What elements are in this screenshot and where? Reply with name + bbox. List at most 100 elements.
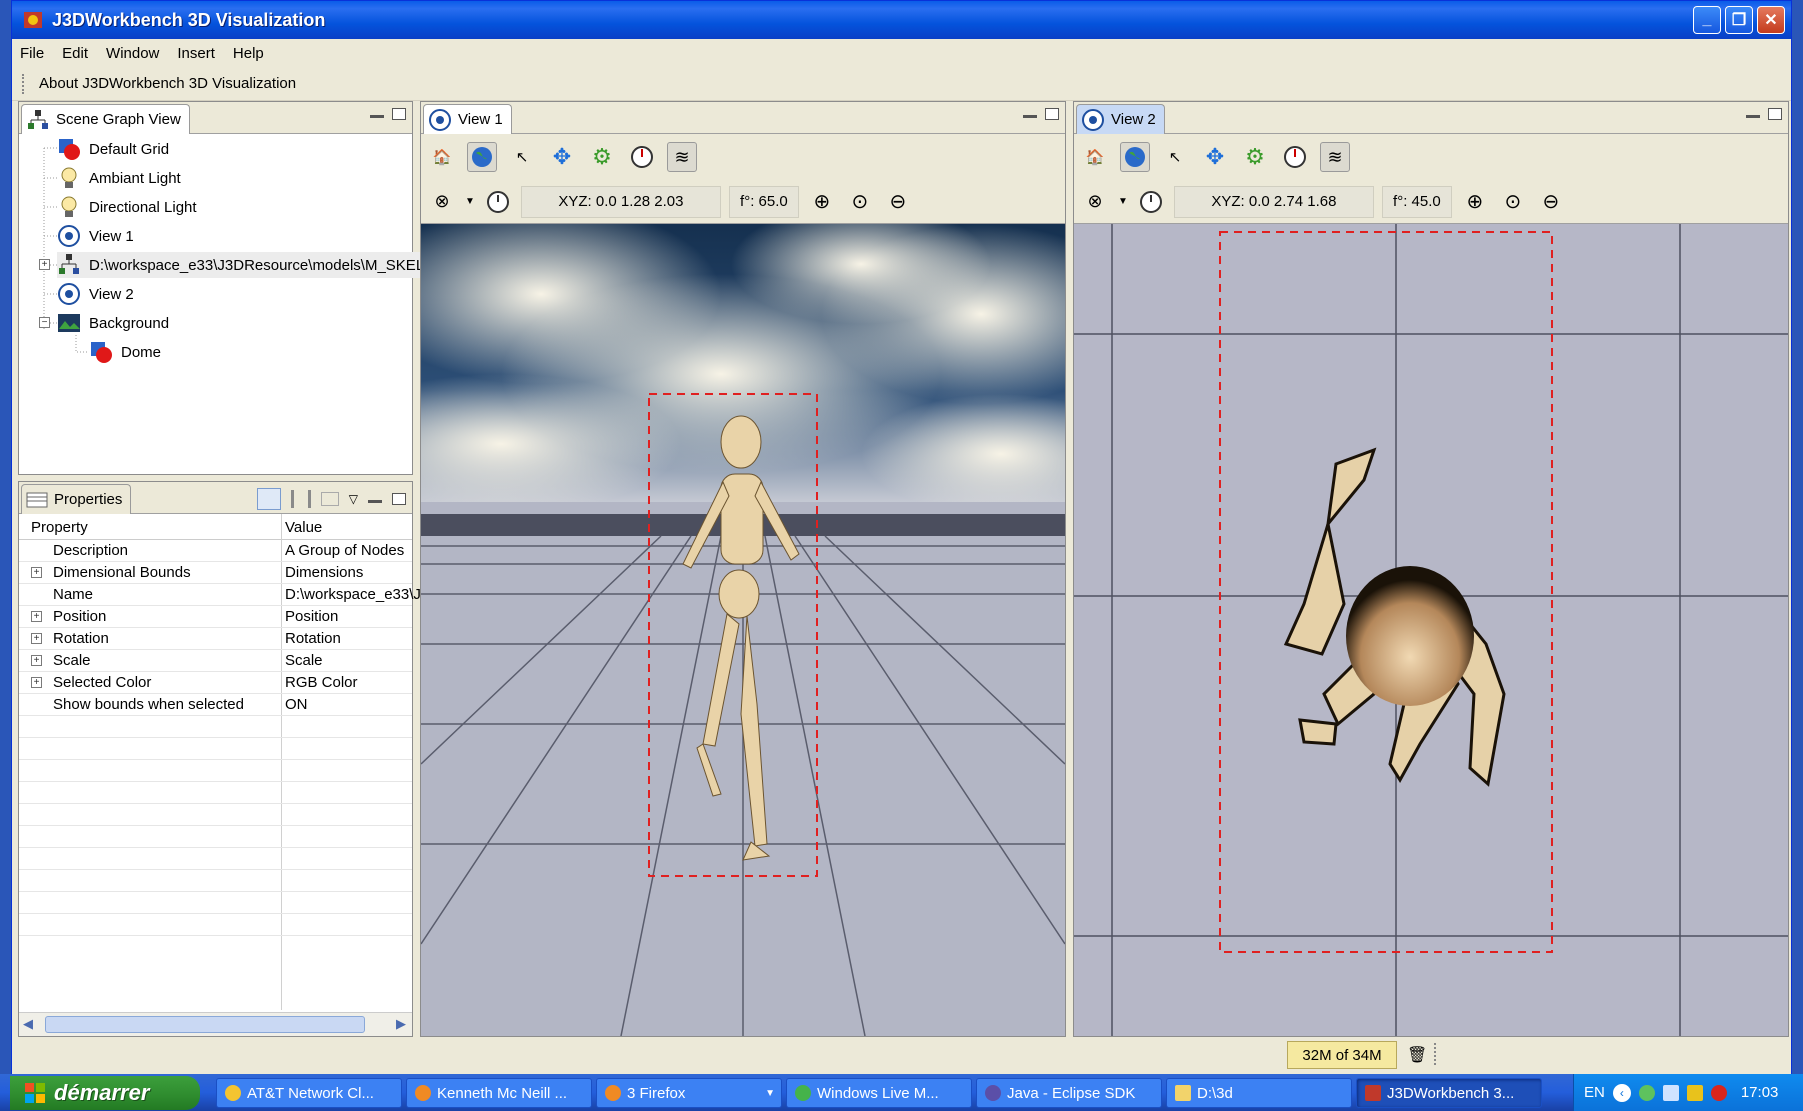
- home-icon[interactable]: 🏠: [427, 142, 457, 172]
- tab-view-2[interactable]: View 2: [1076, 104, 1165, 134]
- status-grip[interactable]: [1434, 1043, 1437, 1065]
- zoom-in-icon[interactable]: ⊕: [1460, 187, 1490, 217]
- move-icon[interactable]: ✥: [547, 142, 577, 172]
- tree-node-view-1[interactable]: View 1: [57, 223, 134, 249]
- taskbar-item-folder[interactable]: D:\3d: [1166, 1078, 1352, 1108]
- language-indicator[interactable]: EN: [1584, 1084, 1605, 1101]
- messenger-tray-icon[interactable]: [1638, 1084, 1655, 1101]
- taskbar-item-kenneth[interactable]: Kenneth Mc Neill ...: [406, 1078, 592, 1108]
- binoculars-icon[interactable]: ⊗: [427, 187, 457, 217]
- globe-icon[interactable]: [467, 142, 497, 172]
- taskbar-item-j3dworkbench[interactable]: J3DWorkbench 3...: [1356, 1078, 1542, 1108]
- column-header-value[interactable]: Value: [285, 519, 322, 536]
- tree-node-ambient-light[interactable]: Ambiant Light: [57, 165, 181, 191]
- tab-properties[interactable]: Properties: [21, 484, 132, 514]
- expand-toggle[interactable]: +: [31, 567, 42, 578]
- expand-toggle[interactable]: +: [31, 655, 42, 666]
- view-1-canvas[interactable]: [421, 224, 1065, 1036]
- zoom-out-icon[interactable]: ⊖: [1536, 187, 1566, 217]
- property-row[interactable]: + Dimensional Bounds Dimensions: [19, 562, 412, 584]
- globe-icon[interactable]: [1120, 142, 1150, 172]
- tab-view-1[interactable]: View 1: [423, 104, 512, 134]
- minimize-button[interactable]: _: [1693, 6, 1721, 34]
- property-row[interactable]: Description A Group of Nodes: [19, 540, 412, 562]
- view-2-canvas[interactable]: [1074, 224, 1788, 1036]
- home-icon[interactable]: 🏠: [1080, 142, 1110, 172]
- expand-toggle[interactable]: +: [31, 633, 42, 644]
- gear-icon[interactable]: ⚙: [1240, 142, 1270, 172]
- maximize-icon[interactable]: [392, 108, 406, 120]
- binoculars-icon[interactable]: ⊗: [1080, 187, 1110, 217]
- minimize-icon[interactable]: [370, 114, 384, 118]
- title-bar[interactable]: J3DWorkbench 3D Visualization _ ❐ ✕: [12, 1, 1791, 39]
- trash-icon[interactable]: 🗑: [1407, 1045, 1427, 1065]
- layers-icon[interactable]: ≋: [667, 142, 697, 172]
- restore-button[interactable]: ❐: [1725, 6, 1753, 34]
- taskbar-item-att[interactable]: AT&T Network Cl...: [216, 1078, 402, 1108]
- move-icon[interactable]: ✥: [1200, 142, 1230, 172]
- menu-insert[interactable]: Insert: [177, 45, 215, 62]
- expand-toggle[interactable]: +: [31, 611, 42, 622]
- close-button[interactable]: ✕: [1757, 6, 1785, 34]
- menu-file[interactable]: File: [20, 45, 44, 62]
- scroll-thumb[interactable]: [45, 1016, 365, 1033]
- property-row[interactable]: + Selected Color RGB Color: [19, 672, 412, 694]
- network-tray-icon[interactable]: [1662, 1084, 1679, 1101]
- scroll-right-icon[interactable]: ▶: [396, 1016, 406, 1032]
- minimize-icon[interactable]: [368, 499, 382, 503]
- taskbar-item-windows-live[interactable]: Windows Live M...: [786, 1078, 972, 1108]
- view-menu-icon[interactable]: ▽: [349, 492, 358, 506]
- taskbar-item-firefox[interactable]: 3 Firefox ▼: [596, 1078, 782, 1108]
- clock-icon[interactable]: [1136, 187, 1166, 217]
- start-button[interactable]: démarrer: [10, 1076, 200, 1110]
- tab-scene-graph[interactable]: Scene Graph View: [21, 104, 190, 134]
- scroll-left-icon[interactable]: ◀: [23, 1016, 33, 1032]
- antivirus-tray-icon[interactable]: [1710, 1084, 1727, 1101]
- column-header-property[interactable]: Property: [31, 519, 88, 536]
- taskbar-item-eclipse[interactable]: Java - Eclipse SDK: [976, 1078, 1162, 1108]
- toolbar-grip[interactable]: [22, 73, 25, 94]
- tree-node-model[interactable]: D:\workspace_e33\J3DResource\models\M_SK…: [57, 252, 470, 278]
- maximize-icon[interactable]: [392, 493, 406, 505]
- horizontal-scrollbar[interactable]: ◀ ▶: [19, 1012, 412, 1036]
- gauge-icon[interactable]: [627, 142, 657, 172]
- gear-icon[interactable]: ⚙: [587, 142, 617, 172]
- tree-node-default-grid[interactable]: Default Grid: [57, 136, 169, 162]
- zoom-out-icon[interactable]: ⊖: [883, 187, 913, 217]
- property-row[interactable]: Name D:\workspace_e33\J3DReso: [19, 584, 475, 606]
- maximize-icon[interactable]: [1768, 108, 1782, 120]
- pointer-icon[interactable]: ↖: [1160, 142, 1190, 172]
- zoom-icon[interactable]: ⊙: [845, 187, 875, 217]
- menu-help[interactable]: Help: [233, 45, 264, 62]
- minimize-icon[interactable]: [1746, 114, 1760, 118]
- clock-icon[interactable]: [483, 187, 513, 217]
- expand-toggle[interactable]: +: [39, 259, 50, 270]
- zoom-in-icon[interactable]: ⊕: [807, 187, 837, 217]
- property-row[interactable]: + Rotation Rotation: [19, 628, 412, 650]
- tray-expand-icon[interactable]: ‹: [1612, 1083, 1631, 1102]
- pointer-icon[interactable]: ↖: [507, 142, 537, 172]
- property-row[interactable]: Show bounds when selected ON: [19, 694, 412, 716]
- property-row[interactable]: + Position Position: [19, 606, 412, 628]
- dropdown-arrow-icon[interactable]: ▼: [465, 196, 475, 207]
- collapse-toggle[interactable]: −: [39, 317, 50, 328]
- dropdown-arrow-icon[interactable]: ▼: [1118, 196, 1128, 207]
- menu-edit[interactable]: Edit: [62, 45, 88, 62]
- gauge-icon[interactable]: [1280, 142, 1310, 172]
- zoom-icon[interactable]: ⊙: [1498, 187, 1528, 217]
- expand-toggle[interactable]: +: [31, 677, 42, 688]
- tree-node-background[interactable]: Background: [57, 310, 169, 336]
- categories-icon[interactable]: [256, 488, 281, 510]
- tree-node-dome[interactable]: Dome: [89, 339, 161, 365]
- maximize-icon[interactable]: [1045, 108, 1059, 120]
- menu-window[interactable]: Window: [106, 45, 159, 62]
- restore-default-icon[interactable]: [320, 492, 339, 506]
- filter-icon[interactable]: [290, 490, 311, 508]
- tree-node-view-2[interactable]: View 2: [57, 281, 134, 307]
- tree-node-directional-light[interactable]: Directional Light: [57, 194, 197, 220]
- layers-icon[interactable]: ≋: [1320, 142, 1350, 172]
- about-button[interactable]: About J3DWorkbench 3D Visualization: [39, 75, 296, 92]
- security-tray-icon[interactable]: [1686, 1084, 1703, 1101]
- property-row[interactable]: + Scale Scale: [19, 650, 412, 672]
- minimize-icon[interactable]: [1023, 114, 1037, 118]
